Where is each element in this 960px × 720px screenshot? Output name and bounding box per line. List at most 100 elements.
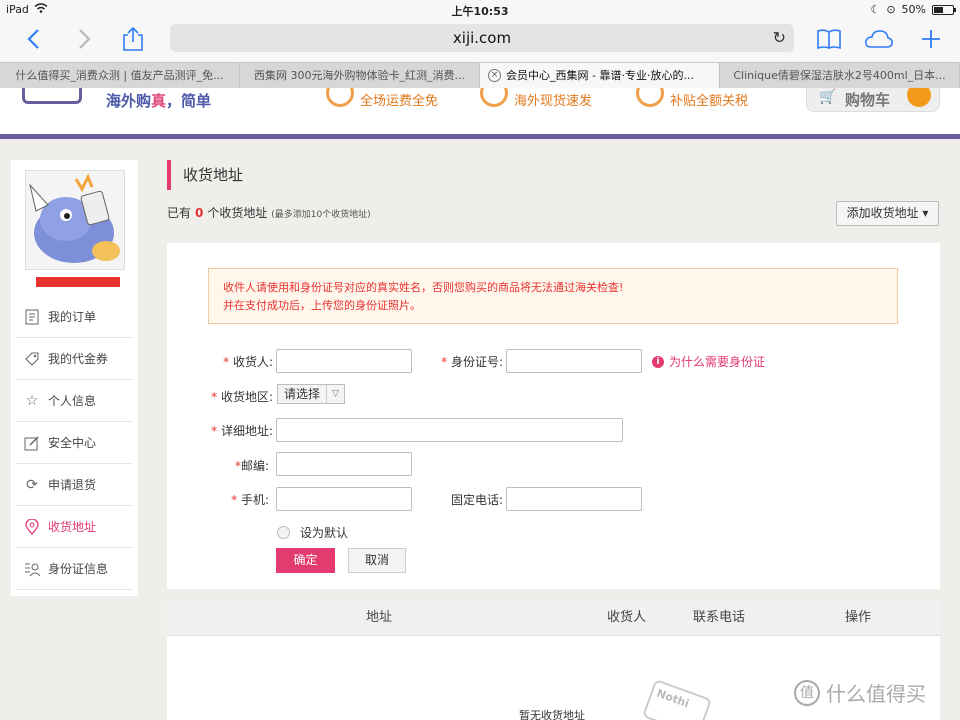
cart-label: 购物车 <box>845 91 891 109</box>
forward-button[interactable] <box>70 24 100 54</box>
header-divider <box>0 134 960 139</box>
sidebar-item-profile[interactable]: ☆ 个人信息 <box>16 380 133 422</box>
phone-label: 固定电话: <box>450 493 503 507</box>
address-limit-note: (最多添加10个收货地址) <box>271 210 371 220</box>
watermark-logo: 值 <box>794 679 820 706</box>
column-address: 地址 <box>366 610 393 625</box>
confirm-button[interactable]: 确定 <box>276 548 335 573</box>
sidebar-item-orders[interactable]: 我的订单 <box>16 296 133 338</box>
moon-icon: ☾ <box>870 3 881 16</box>
address-count: 已有 0 个收货地址 (最多添加10个收货地址) <box>167 206 371 220</box>
set-default-checkbox[interactable]: 设为默认 <box>277 524 348 541</box>
info-icon: i <box>652 355 664 368</box>
id-card-icon <box>24 561 40 577</box>
rotation-lock-icon: ⊙ <box>886 3 896 16</box>
column-recipient: 收货人 <box>607 610 647 625</box>
browser-toolbar: xiji.com ↻ <box>0 20 960 62</box>
address-form: 收件人请使用和身份证号对应的真实姓名，否则您购买的商品将无法通过海关检查! 并在… <box>167 243 940 589</box>
new-tab-button[interactable] <box>916 24 946 54</box>
page-title: 收货地址 <box>167 160 243 190</box>
cancel-button[interactable]: 取消 <box>348 548 406 573</box>
watermark-text: 什么值得买 <box>826 682 926 706</box>
address-input[interactable] <box>276 418 623 442</box>
add-address-button[interactable]: 添加收货地址 ▾ <box>836 201 939 226</box>
edit-icon <box>24 435 40 451</box>
battery-icon <box>932 4 956 15</box>
mobile-input[interactable] <box>276 487 412 511</box>
close-tab-icon[interactable]: × <box>488 69 501 82</box>
sidebar-menu: 我的订单 我的代金券 ☆ 个人信息 安全中心 ⟳ 申请退货 收货地址 身份证信息 <box>16 296 133 590</box>
avatar[interactable] <box>25 170 125 270</box>
empty-state-text: 暂无收货地址 <box>519 709 585 720</box>
sidebar-item-label: 身份证信息 <box>48 562 109 576</box>
why-id-link[interactable]: i 为什么需要身份证 <box>652 353 765 370</box>
tab-xiji-card[interactable]: 西集网 300元海外购物体验卡_红测_消费... <box>240 63 480 89</box>
cart-icon: 🛒 <box>819 89 837 105</box>
tab-smzdm[interactable]: 什么值得买_消费众测 | 值友产品测评_免... <box>0 63 240 89</box>
sidebar-item-label: 个人信息 <box>48 394 97 408</box>
region-select[interactable]: 请选择 ▽ <box>277 384 345 404</box>
phone-input[interactable] <box>506 487 642 511</box>
empty-state-icon: Nothi <box>641 678 713 720</box>
promo-fast-delivery: 海外现货速发 <box>480 88 592 109</box>
checkbox-icon[interactable] <box>277 526 290 539</box>
mobile-label: * 手机: <box>231 493 269 507</box>
id-number-input[interactable] <box>506 349 642 373</box>
region-label: * 收货地区: <box>211 390 273 404</box>
clock: 上午10:53 <box>451 5 509 18</box>
watermark: 值 什么值得买 <box>794 678 926 707</box>
sidebar-item-label: 我的订单 <box>48 310 97 324</box>
refresh-icon: ⟳ <box>26 476 38 493</box>
sidebar-item-label: 我的代金券 <box>48 352 109 366</box>
id-number-label: * 身份证号: <box>441 355 503 369</box>
site-logo[interactable] <box>22 88 82 104</box>
table-header: 地址 收货人 联系电话 操作 <box>167 600 940 636</box>
sidebar-item-coupons[interactable]: 我的代金券 <box>16 338 133 380</box>
free-shipping-icon <box>326 88 354 107</box>
id-notice: 收件人请使用和身份证号对应的真实姓名，否则您购买的商品将无法通过海关检查! 并在… <box>208 268 898 324</box>
tab-clinique[interactable]: Clinique倩碧保湿洁肤水2号400ml_日本... <box>720 63 960 89</box>
promo-tax-subsidy: 补贴全额关税 <box>636 88 748 109</box>
tax-subsidy-icon <box>636 88 664 107</box>
coupon-icon <box>24 351 40 367</box>
fast-delivery-icon <box>480 88 508 107</box>
location-icon <box>24 518 40 535</box>
site-slogan: 海外购真，简单 <box>106 92 212 110</box>
address-count-number: 0 <box>195 206 204 220</box>
tab-member-center[interactable]: × 会员中心_西集网 - 靠谱·专业·放心的... <box>480 63 720 89</box>
promo-free-shipping: 全场运费全免 <box>326 88 438 109</box>
status-bar: iPad 上午10:53 ☾ ⊙ 50% <box>0 0 960 20</box>
battery-percent: 50% <box>901 3 926 16</box>
url-text: xiji.com <box>452 29 512 47</box>
reload-icon[interactable]: ↻ <box>773 24 786 52</box>
icloud-tabs-button[interactable] <box>864 24 894 54</box>
zip-input[interactable] <box>276 452 412 476</box>
sidebar-item-addresses[interactable]: 收货地址 <box>16 506 133 548</box>
back-button[interactable] <box>18 24 48 54</box>
sidebar-item-id-info[interactable]: 身份证信息 <box>16 548 133 590</box>
recipient-input[interactable] <box>276 349 412 373</box>
tab-label: 会员中心_西集网 - 靠谱·专业·放心的... <box>506 69 694 82</box>
sidebar-item-label: 安全中心 <box>48 436 97 450</box>
tab-bar: 什么值得买_消费众测 | 值友产品测评_免... 西集网 300元海外购物体验卡… <box>0 62 960 89</box>
cart-button[interactable]: 🛒 购物车 <box>806 88 940 112</box>
share-button[interactable] <box>118 24 148 54</box>
site-header: 海外购真，简单 全场运费全免 海外现货速发 补贴全额关税 🛒 购物车 <box>0 88 960 134</box>
cart-count-badge <box>907 88 931 107</box>
recipient-label: * 收货人: <box>223 355 273 369</box>
address-bar[interactable]: xiji.com ↻ <box>170 24 794 52</box>
redacted-username <box>36 277 120 287</box>
sidebar-item-security[interactable]: 安全中心 <box>16 422 133 464</box>
member-sidebar: 我的订单 我的代金券 ☆ 个人信息 安全中心 ⟳ 申请退货 收货地址 身份证信息 <box>11 160 138 596</box>
chevron-down-icon: ▽ <box>326 385 344 403</box>
column-phone: 联系电话 <box>693 610 746 625</box>
bookmarks-button[interactable] <box>814 24 844 54</box>
sidebar-item-returns[interactable]: ⟳ 申请退货 <box>16 464 133 506</box>
star-icon: ☆ <box>25 392 39 409</box>
order-icon <box>24 309 40 325</box>
zip-label: *邮编: <box>234 459 269 473</box>
sidebar-item-label: 收货地址 <box>48 520 97 534</box>
sidebar-item-label: 申请退货 <box>48 478 97 492</box>
column-actions: 操作 <box>845 610 872 625</box>
address-label: * 详细地址: <box>211 424 273 438</box>
